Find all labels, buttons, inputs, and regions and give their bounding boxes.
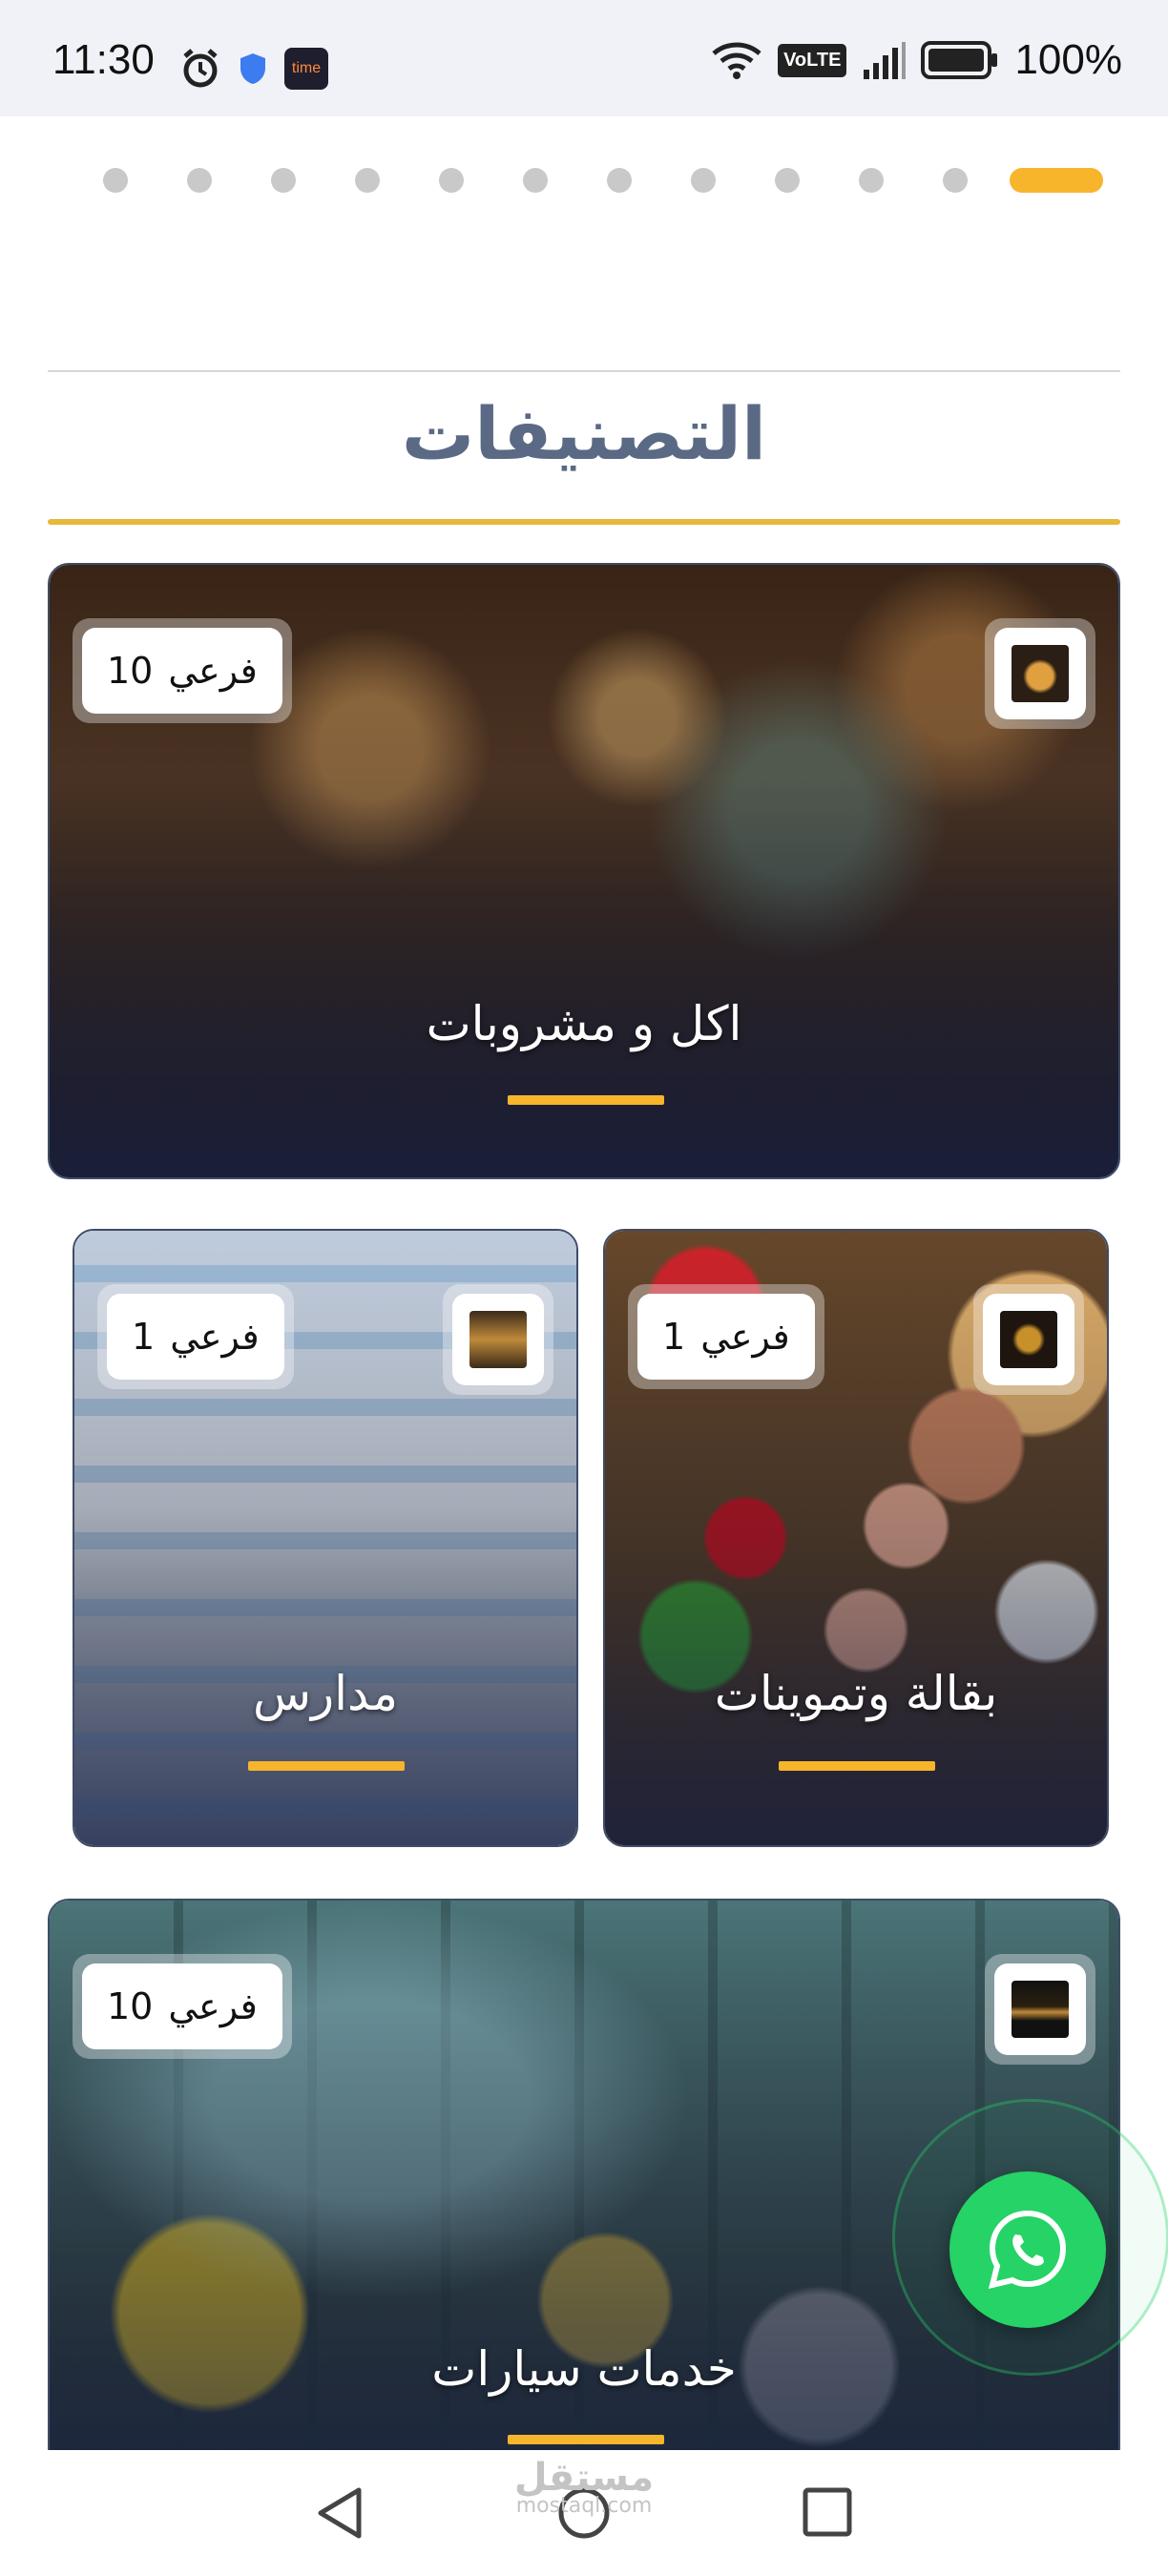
alarm-icon [183, 49, 218, 88]
category-name-underline [248, 1761, 405, 1771]
count-value: 10 [107, 650, 154, 692]
count-unit: فرعي [168, 650, 258, 692]
carousel-dot[interactable] [859, 168, 884, 193]
category-logo-icon [1012, 1981, 1069, 2038]
count-unit: فرعي [170, 1316, 260, 1358]
status-bar: 11:30 time VoLTE 100% [0, 0, 1168, 116]
category-card-grocery[interactable]: فرعي 1 بقالة وتموينات [603, 1229, 1109, 1847]
category-logo-badge [985, 618, 1095, 729]
count-value: 1 [132, 1316, 156, 1358]
carousel-dot[interactable] [943, 168, 968, 193]
carousel-dot[interactable] [607, 168, 632, 193]
category-logo-badge [973, 1284, 1084, 1395]
category-name-underline [508, 2435, 664, 2444]
time-app-icon: time [284, 48, 328, 90]
shield-icon [240, 53, 265, 84]
watermark-latin: mostaql.com [515, 2494, 653, 2518]
battery-percentage: 100% [1014, 36, 1122, 83]
category-card-schools[interactable]: فرعي 1 مدارس [73, 1229, 578, 1847]
recents-icon[interactable] [802, 2486, 853, 2538]
count-unit: فرعي [168, 1985, 258, 2027]
carousel-dot[interactable] [271, 168, 296, 193]
carousel-dot[interactable] [439, 168, 464, 193]
category-name-underline [508, 1095, 664, 1105]
category-logo-icon [1012, 645, 1069, 702]
section-title-underline [48, 519, 1120, 525]
category-name: مدارس [252, 1666, 399, 1721]
whatsapp-button[interactable] [949, 2171, 1106, 2328]
status-time: 11:30 [52, 36, 155, 83]
category-logo-badge [443, 1284, 553, 1395]
carousel-indicator [103, 168, 1103, 193]
carousel-dot[interactable] [775, 168, 800, 193]
count-value: 10 [107, 1985, 154, 2027]
signal-icon [864, 42, 907, 79]
carousel-dot[interactable] [187, 168, 212, 193]
watermark: مستقل mostaql.com [477, 2456, 691, 2518]
count-unit: فرعي [700, 1316, 790, 1358]
category-card-food[interactable]: فرعي 10 اكل و مشروبات [48, 563, 1120, 1179]
subcategory-count-badge: فرعي 1 [97, 1284, 294, 1389]
back-icon[interactable] [315, 2484, 365, 2542]
carousel-dot[interactable] [691, 168, 716, 193]
category-name: اكل و مشروبات [426, 996, 742, 1051]
category-logo-badge [985, 1954, 1095, 2065]
category-name: بقالة وتموينات [714, 1666, 998, 1721]
subcategory-count-badge: فرعي 10 [73, 618, 292, 723]
subcategory-count-badge: فرعي 1 [628, 1284, 824, 1389]
whatsapp-icon [988, 2210, 1067, 2290]
section-title: التصنيفات [401, 391, 767, 476]
carousel-dot[interactable] [355, 168, 380, 193]
category-name-underline [779, 1761, 935, 1771]
wifi-icon [712, 42, 761, 79]
category-logo-icon [469, 1311, 527, 1368]
battery-icon [921, 41, 998, 79]
subcategory-count-badge: فرعي 10 [73, 1954, 292, 2059]
volte-icon: VoLTE [778, 43, 847, 77]
carousel-dot[interactable] [103, 168, 128, 193]
carousel-dot[interactable] [523, 168, 548, 193]
count-value: 1 [662, 1316, 686, 1358]
carousel-dot-active[interactable] [1010, 168, 1103, 193]
section-divider [48, 370, 1120, 372]
category-logo-icon [1000, 1311, 1057, 1368]
